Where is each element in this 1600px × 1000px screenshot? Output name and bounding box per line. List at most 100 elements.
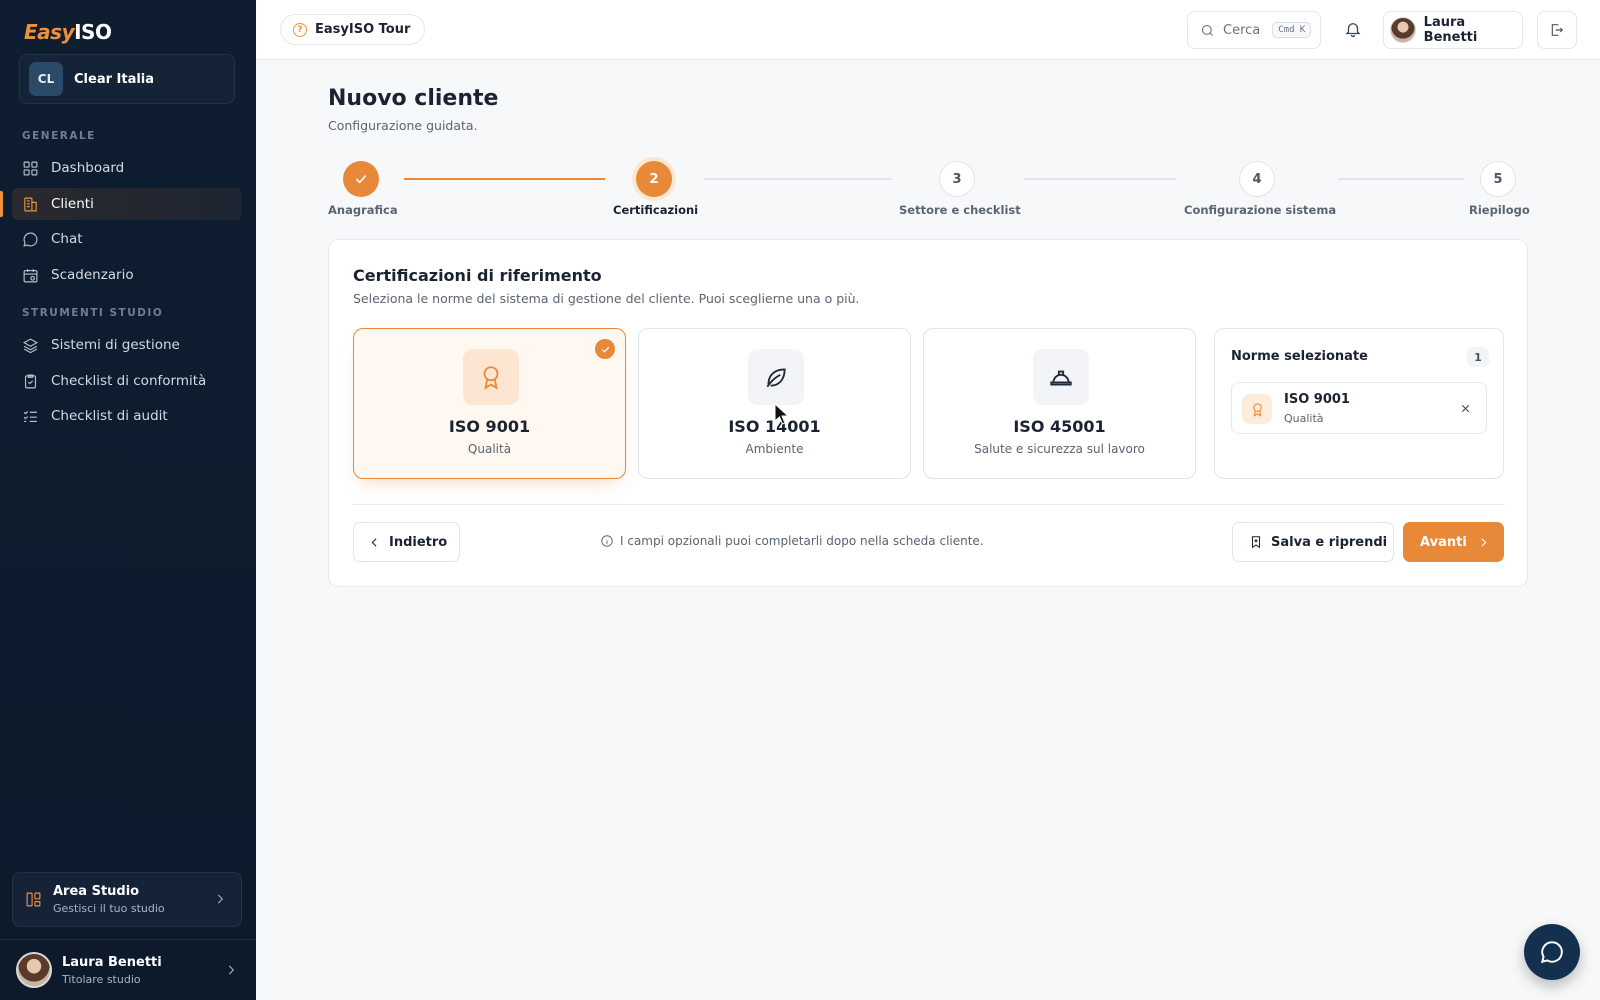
chevron-right-icon (1481, 537, 1487, 547)
topbar: ? EasyISO Tour Cerca Cmd K Laura Benetti (256, 0, 1600, 60)
section-label-strumenti: STRUMENTI STUDIO (22, 307, 164, 319)
step-4-label: Configurazione sistema (1184, 203, 1337, 217)
selected-norm-item: ISO 9001 Qualità (1231, 382, 1487, 434)
cert-option-iso-9001[interactable]: ISO 9001 Qualità (353, 328, 626, 479)
step-5-circle[interactable]: 5 (1480, 161, 1516, 197)
sidebar: EasyISO CL Clear Italia GENERALE Dashboa… (0, 0, 256, 1000)
sidebar-item-label: Chat (51, 231, 83, 247)
step-connector (404, 178, 605, 180)
check-icon (355, 175, 367, 184)
award-icon (1252, 402, 1262, 417)
step-4-circle[interactable]: 4 (1239, 161, 1275, 197)
logout-button[interactable] (1537, 11, 1577, 49)
cert-name: ISO 45001 (1013, 417, 1106, 436)
step-1-label: Anagrafica (328, 203, 398, 217)
user-menu[interactable]: Laura Benetti (1383, 11, 1523, 49)
sidebar-user[interactable]: Laura Benetti Titolare studio (16, 952, 162, 988)
info-icon (601, 535, 613, 547)
step-3-label: Settore e checklist (899, 203, 1021, 217)
step-connector (1338, 178, 1464, 180)
avatar (1390, 17, 1416, 43)
section-subtitle: Seleziona le norme del sistema di gestio… (353, 291, 860, 306)
list-check-icon (23, 410, 37, 422)
cert-desc: Salute e sicurezza sul lavoro (974, 442, 1145, 456)
cert-icon-box (1033, 349, 1089, 405)
page-subtitle: Configurazione guidata. (328, 118, 478, 133)
help-icon: ? (293, 22, 307, 37)
chat-fab-button[interactable] (1524, 924, 1580, 980)
sidebar-item-label: Scadenzario (51, 267, 134, 283)
search-icon (1201, 24, 1213, 36)
user-role: Titolare studio (62, 972, 141, 986)
step-connector (1024, 178, 1176, 180)
search-placeholder: Cerca (1223, 22, 1261, 38)
step-3-circle[interactable]: 3 (939, 161, 975, 197)
clipboard-check-icon (24, 374, 37, 388)
page-title: Nuovo cliente (328, 86, 499, 111)
logout-icon (1551, 24, 1564, 36)
save-resume-button[interactable]: Salva e riprendi (1232, 522, 1394, 562)
step-2-label: Certificazioni (613, 203, 699, 217)
search-input[interactable]: Cerca Cmd K (1187, 11, 1321, 49)
norm-name: ISO 9001 (1284, 392, 1350, 407)
cert-icon-box (748, 349, 804, 405)
selected-norms-panel: Norme selezionate 1 ISO 9001 Qualità (1214, 328, 1504, 479)
org-switcher[interactable]: CL Clear Italia (19, 54, 235, 104)
cert-desc: Ambiente (745, 442, 804, 456)
cert-name: ISO 9001 (448, 417, 531, 436)
step-connector (704, 178, 892, 180)
mouse-cursor-icon (774, 403, 790, 425)
sidebar-item-dashboard[interactable]: Dashboard (12, 152, 242, 184)
divider (353, 504, 1505, 505)
grid-icon (23, 161, 38, 175)
back-button[interactable]: Indietro (353, 522, 460, 562)
panel-title: Norme selezionate (1231, 349, 1368, 364)
chat-icon (1540, 941, 1563, 964)
bell-icon[interactable] (1344, 20, 1362, 38)
certifications-card: Certificazioni di riferimento Seleziona … (328, 239, 1528, 587)
area-studio-title: Area Studio (53, 884, 140, 899)
user-name: Laura Benetti (1423, 15, 1478, 45)
app-logo[interactable]: EasyISO (24, 20, 112, 44)
tour-button[interactable]: ? EasyISO Tour (280, 14, 426, 45)
shortcut-badge: Cmd K (1272, 22, 1312, 38)
cert-option-iso-45001[interactable]: ISO 45001 Salute e sicurezza sul lavoro (923, 328, 1196, 479)
leaf-icon (766, 368, 786, 388)
award-icon (483, 366, 499, 390)
selected-check (595, 339, 615, 359)
section-title: Certificazioni di riferimento (353, 266, 602, 285)
area-studio-subtitle: Gestisci il tuo studio (53, 902, 165, 915)
norm-desc: Qualità (1284, 412, 1324, 425)
building-icon (24, 197, 37, 211)
user-name: Laura Benetti (62, 954, 162, 970)
step-1-circle[interactable] (343, 161, 379, 197)
step-2-circle[interactable]: 2 (636, 161, 672, 197)
norm-icon-box (1242, 394, 1272, 424)
calendar-icon (23, 268, 38, 282)
close-icon[interactable] (1459, 402, 1472, 415)
chevron-left-icon (371, 537, 377, 547)
bookmark-icon (1251, 536, 1261, 549)
section-label-generale: GENERALE (22, 130, 96, 142)
sidebar-item-sistemi[interactable]: Sistemi di gestione (12, 329, 242, 361)
layers-icon (22, 337, 39, 353)
next-button[interactable]: Avanti (1403, 522, 1504, 562)
count-badge: 1 (1467, 347, 1489, 367)
area-studio-card[interactable]: Area Studio Gestisci il tuo studio (12, 872, 242, 927)
org-avatar: CL (29, 62, 63, 96)
layout-icon (26, 892, 41, 907)
sidebar-item-label: Sistemi di gestione (51, 337, 180, 353)
sidebar-item-chat[interactable]: Chat (12, 223, 242, 255)
sidebar-item-checklist-audit[interactable]: Checklist di audit (12, 400, 242, 432)
sidebar-item-clienti[interactable]: Clienti (12, 188, 242, 220)
sidebar-item-label: Checklist di audit (51, 408, 168, 424)
avatar (16, 952, 52, 988)
org-name: Clear Italia (74, 71, 155, 87)
sidebar-item-checklist-conformita[interactable]: Checklist di conformità (12, 365, 242, 397)
sidebar-item-scadenzario[interactable]: Scadenzario (12, 259, 242, 291)
sidebar-item-label: Clienti (51, 196, 94, 212)
step-5-label: Riepilogo (1469, 203, 1530, 217)
check-icon (601, 346, 609, 353)
chevron-right-icon (217, 894, 224, 904)
chevron-right-icon[interactable] (224, 963, 238, 977)
